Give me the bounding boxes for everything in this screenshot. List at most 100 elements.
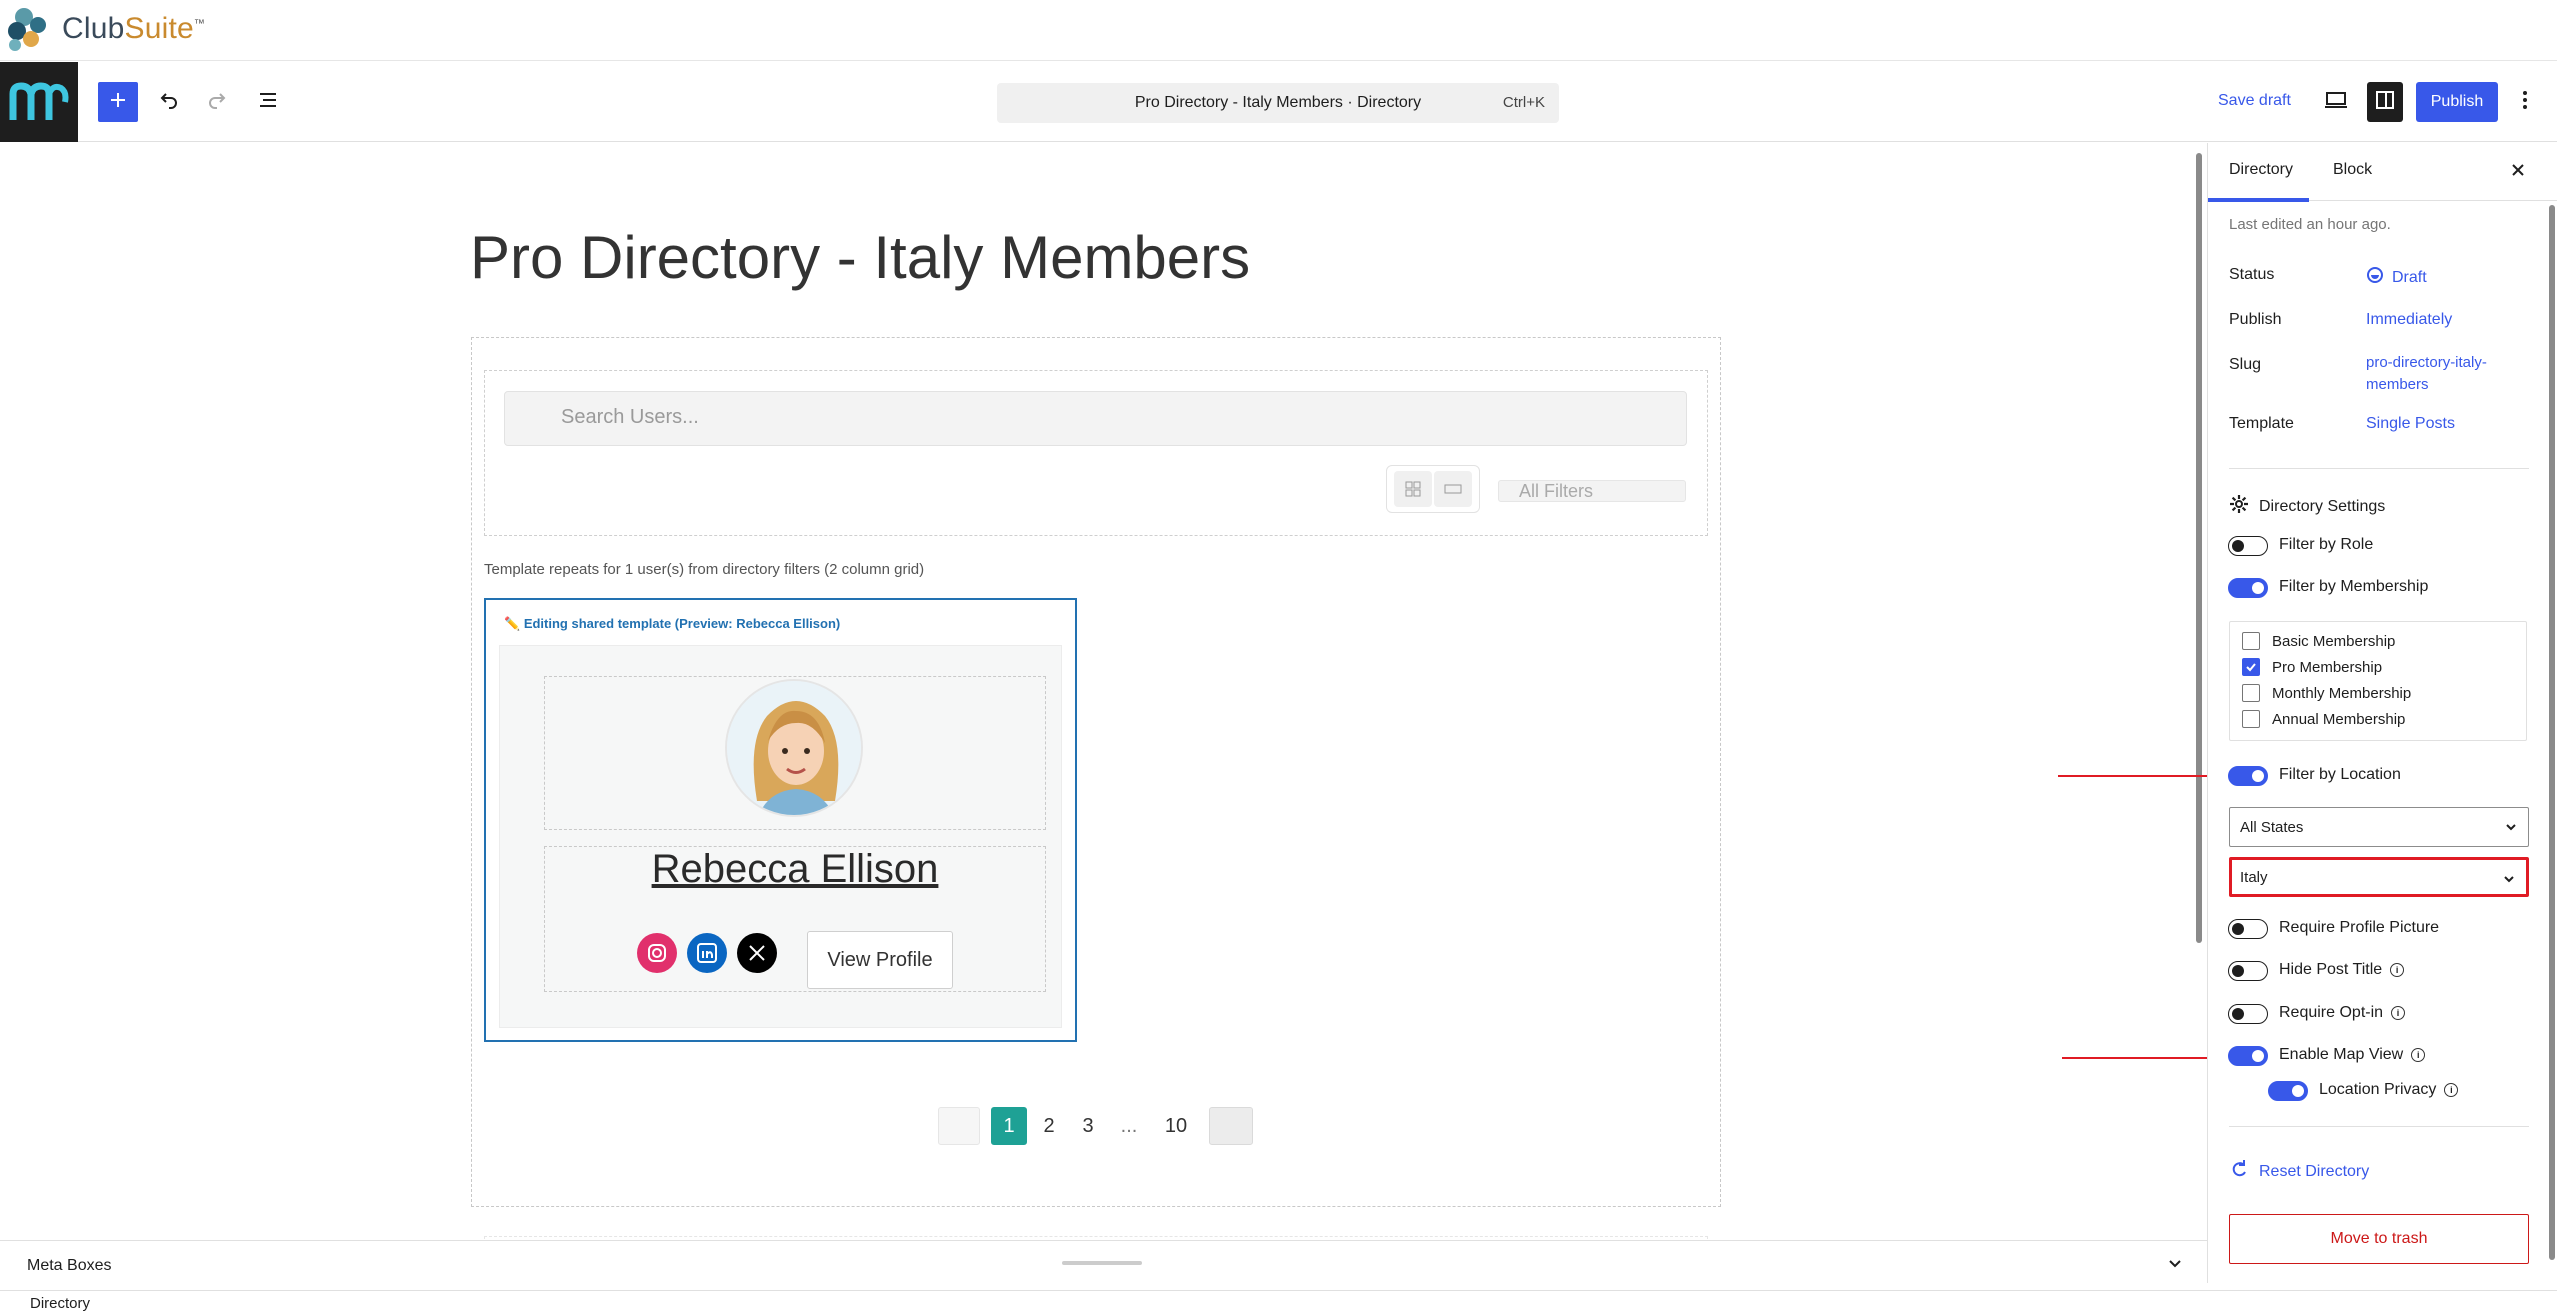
move-to-trash-button[interactable]: Move to trash xyxy=(2229,1214,2529,1264)
preview-button[interactable] xyxy=(2316,82,2356,122)
template-repeat-note: Template repeats for 1 user(s) from dire… xyxy=(484,561,925,578)
checkbox-checked[interactable] xyxy=(2242,658,2260,676)
redo-icon xyxy=(207,89,229,116)
info-icon[interactable]: i xyxy=(2391,1006,2406,1020)
x-icon[interactable] xyxy=(737,933,777,973)
redo-button[interactable] xyxy=(198,82,238,122)
checkbox[interactable] xyxy=(2242,710,2260,728)
reset-icon xyxy=(2229,1159,2249,1184)
filter-location-label: Filter by Location xyxy=(2279,766,2401,783)
sidebar-scrollbar[interactable] xyxy=(2548,205,2556,1265)
undo-button[interactable] xyxy=(148,82,188,122)
info-icon[interactable]: i xyxy=(2390,963,2405,977)
checkbox[interactable] xyxy=(2242,684,2260,702)
meta-boxes-label: Meta Boxes xyxy=(27,1257,112,1274)
breadcrumb: Directory xyxy=(0,1290,2557,1316)
state-select[interactable]: All States xyxy=(2229,807,2529,847)
save-draft-button[interactable]: Save draft xyxy=(2218,92,2291,110)
linkedin-icon[interactable] xyxy=(687,933,727,973)
filter-role-toggle[interactable] xyxy=(2228,536,2268,556)
require-picture-toggle[interactable] xyxy=(2228,919,2268,939)
pagination-next-button[interactable] xyxy=(1209,1107,1253,1145)
publish-value[interactable]: Immediately xyxy=(2366,311,2452,329)
hide-title-toggle[interactable] xyxy=(2228,961,2268,981)
view-toggle[interactable] xyxy=(1386,465,1480,513)
pagination-page-2[interactable]: 2 xyxy=(1036,1107,1062,1145)
country-select[interactable]: Italy xyxy=(2229,857,2529,897)
avatar[interactable] xyxy=(725,679,863,817)
publish-button[interactable]: Publish xyxy=(2416,82,2498,122)
info-icon[interactable]: i xyxy=(2444,1083,2459,1097)
template-value[interactable]: Single Posts xyxy=(2366,415,2455,433)
card-inner: Rebecca Ellison View Profile xyxy=(499,645,1062,1028)
slug-label: Slug xyxy=(2229,356,2262,373)
template-label: Template xyxy=(2229,415,2294,432)
member-card-template[interactable]: ✏️ Editing shared template (Preview: Reb… xyxy=(484,598,1077,1042)
slug-value[interactable]: pro-directory-italy-members xyxy=(2366,352,2487,396)
pagination-prev-button[interactable] xyxy=(938,1107,980,1145)
require-optin-label: Require Opt-in i xyxy=(2279,1004,2406,1022)
view-profile-button[interactable]: View Profile xyxy=(807,931,953,989)
enable-map-toggle[interactable] xyxy=(2228,1046,2268,1066)
add-block-button[interactable] xyxy=(98,82,138,122)
tab-directory[interactable]: Directory xyxy=(2207,161,2310,202)
settings-panel-icon xyxy=(2375,90,2395,115)
membership-pro[interactable]: Pro Membership xyxy=(2242,658,2382,676)
member-name[interactable]: Rebecca Ellison xyxy=(545,847,1045,892)
annotation-arrow xyxy=(2058,768,2222,784)
pagination-page-1[interactable]: 1 xyxy=(991,1107,1027,1145)
meta-boxes-bar[interactable]: Meta Boxes xyxy=(0,1240,2207,1290)
settings-toggle-button[interactable] xyxy=(2367,82,2403,122)
chevron-down-icon[interactable] xyxy=(2166,1255,2184,1278)
breadcrumb-directory[interactable]: Directory xyxy=(30,1295,90,1312)
checkbox[interactable] xyxy=(2242,632,2260,650)
pagination-page-10[interactable]: 10 xyxy=(1158,1107,1194,1145)
pagination-ellipsis: ... xyxy=(1120,1114,1138,1137)
command-shortcut: Ctrl+K xyxy=(1502,94,1545,111)
filter-membership-toggle[interactable] xyxy=(2228,578,2268,598)
tab-block[interactable]: Block xyxy=(2333,161,2372,179)
draft-status-icon xyxy=(2366,266,2384,289)
document-title-bar[interactable]: Pro Directory - Italy Members · Director… xyxy=(997,83,1559,123)
desktop-view-icon xyxy=(2324,90,2348,115)
close-sidebar-button[interactable] xyxy=(2501,155,2535,189)
directory-settings-heading: Directory Settings xyxy=(2229,494,2385,519)
list-layout-icon[interactable] xyxy=(1434,471,1472,507)
chevron-down-icon xyxy=(2502,872,2516,890)
more-options-icon xyxy=(2522,89,2528,116)
filter-role-label: Filter by Role xyxy=(2279,536,2374,553)
membership-basic[interactable]: Basic Membership xyxy=(2242,632,2395,650)
enable-map-label: Enable Map View i xyxy=(2279,1046,2426,1064)
search-input[interactable]: Search Users... xyxy=(504,391,1687,446)
list-view-icon xyxy=(257,89,279,116)
membership-monthly[interactable]: Monthly Membership xyxy=(2242,684,2411,702)
membership-annual[interactable]: Annual Membership xyxy=(2242,710,2405,728)
grid-view-icon[interactable] xyxy=(1394,471,1432,507)
editor-canvas: Pro Directory - Italy Members Search Use… xyxy=(0,143,2200,1240)
undo-icon xyxy=(157,89,179,116)
all-filters-button[interactable]: All Filters xyxy=(1498,480,1686,502)
resize-handle[interactable] xyxy=(1062,1261,1142,1265)
location-privacy-label: Location Privacy i xyxy=(2319,1081,2459,1099)
site-logo-icon[interactable] xyxy=(0,62,78,142)
close-icon xyxy=(2510,162,2526,183)
location-privacy-toggle[interactable] xyxy=(2268,1081,2308,1101)
canvas-scrollbar[interactable] xyxy=(2195,145,2203,1235)
document-title: Pro Directory - Italy Members · Director… xyxy=(1134,94,1422,111)
annotation-arrow xyxy=(2062,1050,2222,1066)
editor-toolbar: Pro Directory - Italy Members · Director… xyxy=(0,62,2557,142)
info-icon[interactable]: i xyxy=(2411,1048,2426,1062)
brand-name: ClubSuite™ xyxy=(62,12,206,45)
clubsuite-logo-icon[interactable] xyxy=(4,5,52,53)
pagination-page-3[interactable]: 3 xyxy=(1075,1107,1101,1145)
filter-location-toggle[interactable] xyxy=(2228,766,2268,786)
add-icon xyxy=(108,90,128,115)
status-value[interactable]: Draft xyxy=(2366,266,2427,289)
sidebar-tabs: Directory Block xyxy=(2207,143,2557,202)
require-optin-toggle[interactable] xyxy=(2228,1004,2268,1024)
instagram-icon[interactable] xyxy=(637,933,677,973)
page-title[interactable]: Pro Directory - Italy Members xyxy=(470,223,1250,292)
reset-directory-button[interactable]: Reset Directory xyxy=(2229,1159,2369,1184)
document-overview-button[interactable] xyxy=(248,82,288,122)
more-options-button[interactable] xyxy=(2510,82,2540,122)
